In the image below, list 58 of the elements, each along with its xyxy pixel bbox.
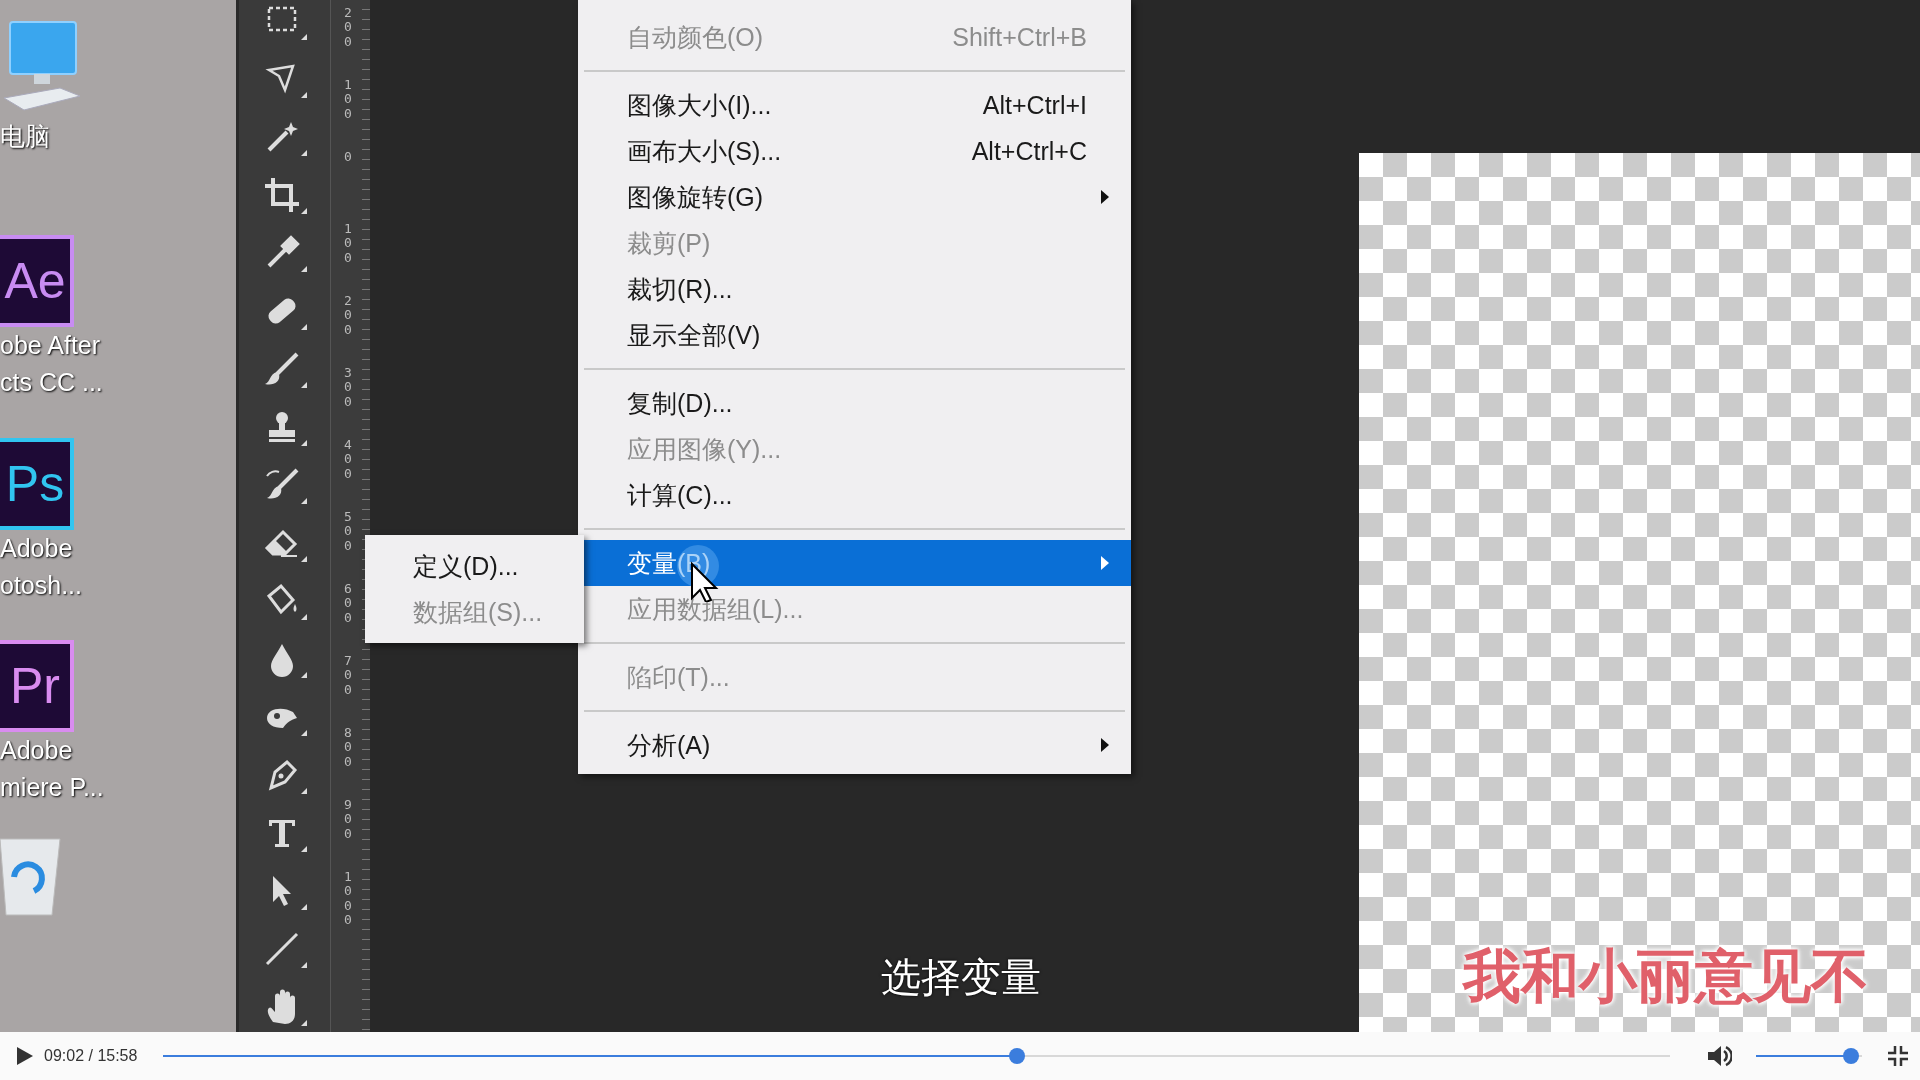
canvas-text: 我和小丽意见不 [1463,942,1869,1010]
menu-item[interactable]: 图像旋转(G) [578,174,1131,220]
playback-time: 09:02 / 15:58 [44,1047,138,1065]
subtitle-text: 选择变量 [881,954,1041,1001]
ruler-label: 1000 [344,868,353,929]
menu-item-label: 图像大小(I)... [627,89,772,121]
menu-item-label: 陷印(T)... [627,661,730,693]
ruler-label: 0 [344,148,353,166]
shortcut-label: Adobe [0,735,73,767]
menu-item[interactable]: 复制(D)... [578,380,1131,426]
menu-item-label: 计算(C)... [627,479,733,511]
ruler-label: 900 [344,796,353,843]
shortcut-label: miere P... [0,772,104,804]
shortcut-text: Alt+Ctrl+I [982,90,1087,120]
menu-item-label: 应用图像(Y)... [627,433,782,465]
menu-item[interactable]: 计算(C)... [578,472,1131,518]
exit-fullscreen-icon[interactable] [1888,1046,1908,1066]
menu-item[interactable]: 裁切(R)... [578,266,1131,312]
menu-item[interactable]: 显示全部(V) [578,312,1131,358]
menu-item-label: 裁切(R)... [627,273,733,305]
ruler-label: 700 [344,652,353,699]
menu-item-label: 复制(D)... [627,387,733,419]
menu-item-label: 自动颜色(O) [627,21,764,53]
ruler-label: 100 [344,220,353,267]
ruler-label: 100 [344,76,353,123]
shortcut-label: obe After [0,329,101,361]
ruler-label: 200 [344,292,353,339]
ruler-label: 400 [344,436,353,483]
play-icon[interactable] [14,1045,34,1067]
app-shortcut-tile[interactable]: Ps [0,437,74,530]
app-shortcut-tile[interactable]: Pr [0,640,74,733]
menu-item-label: 定义(D)... [413,550,519,582]
shortcut-text: Shift+Ctrl+B [952,22,1087,52]
volume-icon[interactable] [1706,1044,1732,1068]
menu-item-label: 图像旋转(G) [627,181,764,213]
menu-item-label: 分析(A) [627,729,711,761]
menu-item-label: 画布大小(S)... [627,135,782,167]
menu-item-label: 裁剪(P) [627,227,711,259]
menu-item-label: 数据组(S)... [413,596,543,628]
menu-item[interactable]: 画布大小(S)... Alt+Ctrl+C [578,128,1131,174]
menu-item[interactable]: 分析(A) [578,722,1131,768]
shortcut-label: Adobe [0,532,73,564]
ruler-label: 200 [344,4,353,51]
shortcut-label: cts CC ... [0,366,103,398]
ruler-label: 300 [344,364,353,411]
menu-item[interactable]: 图像大小(I)... Alt+Ctrl+I [578,82,1131,128]
ruler-label: 800 [344,724,353,771]
menu-item-label: 应用数据组(L)... [627,593,804,625]
slider-thumb[interactable] [1843,1048,1860,1064]
crop-icon[interactable] [262,176,307,214]
shortcut-text: Alt+Ctrl+C [971,136,1087,166]
ruler-label: 500 [344,508,353,555]
slider-thumb[interactable] [1008,1048,1025,1064]
shortcut-label: 电脑 [0,121,50,152]
menu-item-label: 显示全部(V) [627,319,761,351]
shortcut-label: otosh... [0,569,82,601]
app-shortcut-tile[interactable]: Ae [0,234,74,327]
ruler-label: 600 [344,580,353,627]
